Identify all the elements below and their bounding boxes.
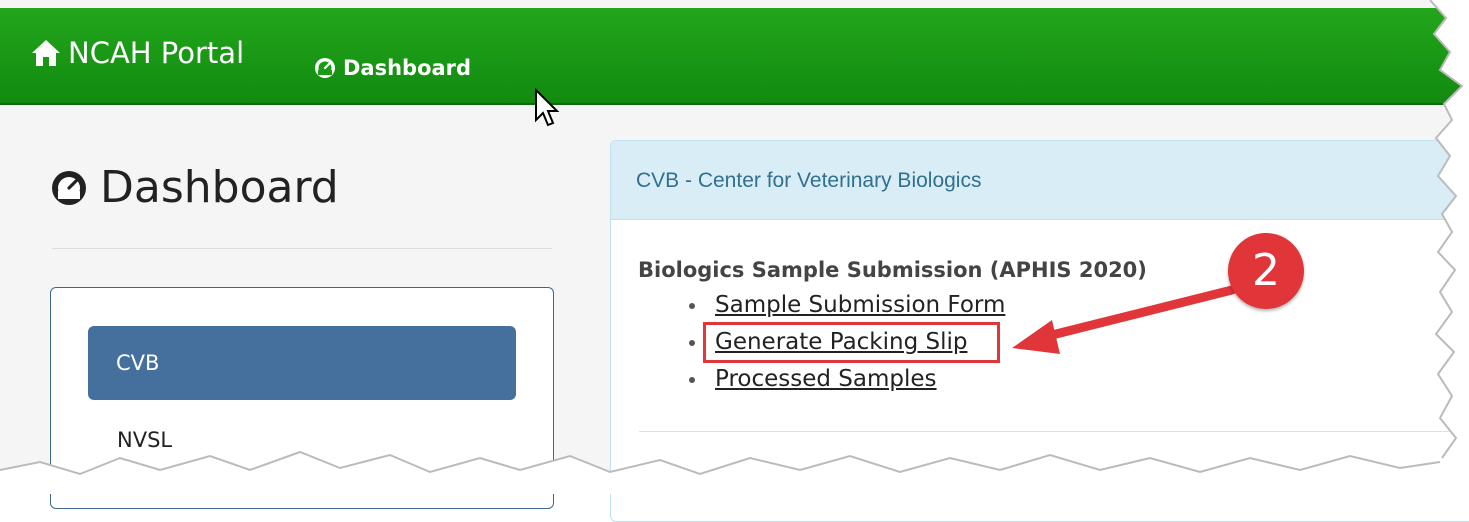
panel-header: CVB - Center for Veterinary Biologics [611, 141, 1469, 220]
annotation-highlight-box [703, 322, 1000, 363]
section-title: Biologics Sample Submission (APHIS 2020) [638, 258, 1147, 282]
brand-label: NCAH Portal [68, 36, 245, 70]
dashboard-gauge-icon [52, 170, 86, 205]
step-number-badge: 2 [1228, 233, 1304, 309]
dashboard-gauge-icon [315, 58, 335, 78]
mouse-cursor-icon [535, 88, 560, 127]
panel-divider [639, 431, 1469, 432]
home-icon [32, 40, 60, 66]
dashboard-nav-label: Dashboard [343, 56, 472, 80]
title-divider [52, 248, 552, 249]
processed-samples-link[interactable]: Processed Samples [715, 366, 937, 392]
list-item: Processed Samples [689, 361, 1005, 398]
annotation-arrow-icon [1012, 285, 1237, 354]
side-nav-panel: CVB NVSL [50, 287, 554, 509]
list-item: Sample Submission Form [689, 287, 1005, 324]
side-nav-item-nvsl[interactable]: NVSL [117, 428, 172, 452]
sample-submission-form-link[interactable]: Sample Submission Form [715, 292, 1005, 318]
top-navbar: NCAH Portal Dashboard [0, 8, 1469, 105]
side-nav-item-cvb[interactable]: CVB [88, 326, 516, 400]
page-title: Dashboard [50, 162, 339, 213]
page-title-text: Dashboard [100, 162, 339, 213]
screenshot-stage: NCAH Portal Dashboard Dashboard CVB NVSL [0, 0, 1469, 522]
brand-link[interactable]: NCAH Portal [30, 36, 244, 70]
dashboard-nav-link[interactable]: Dashboard [314, 56, 471, 80]
